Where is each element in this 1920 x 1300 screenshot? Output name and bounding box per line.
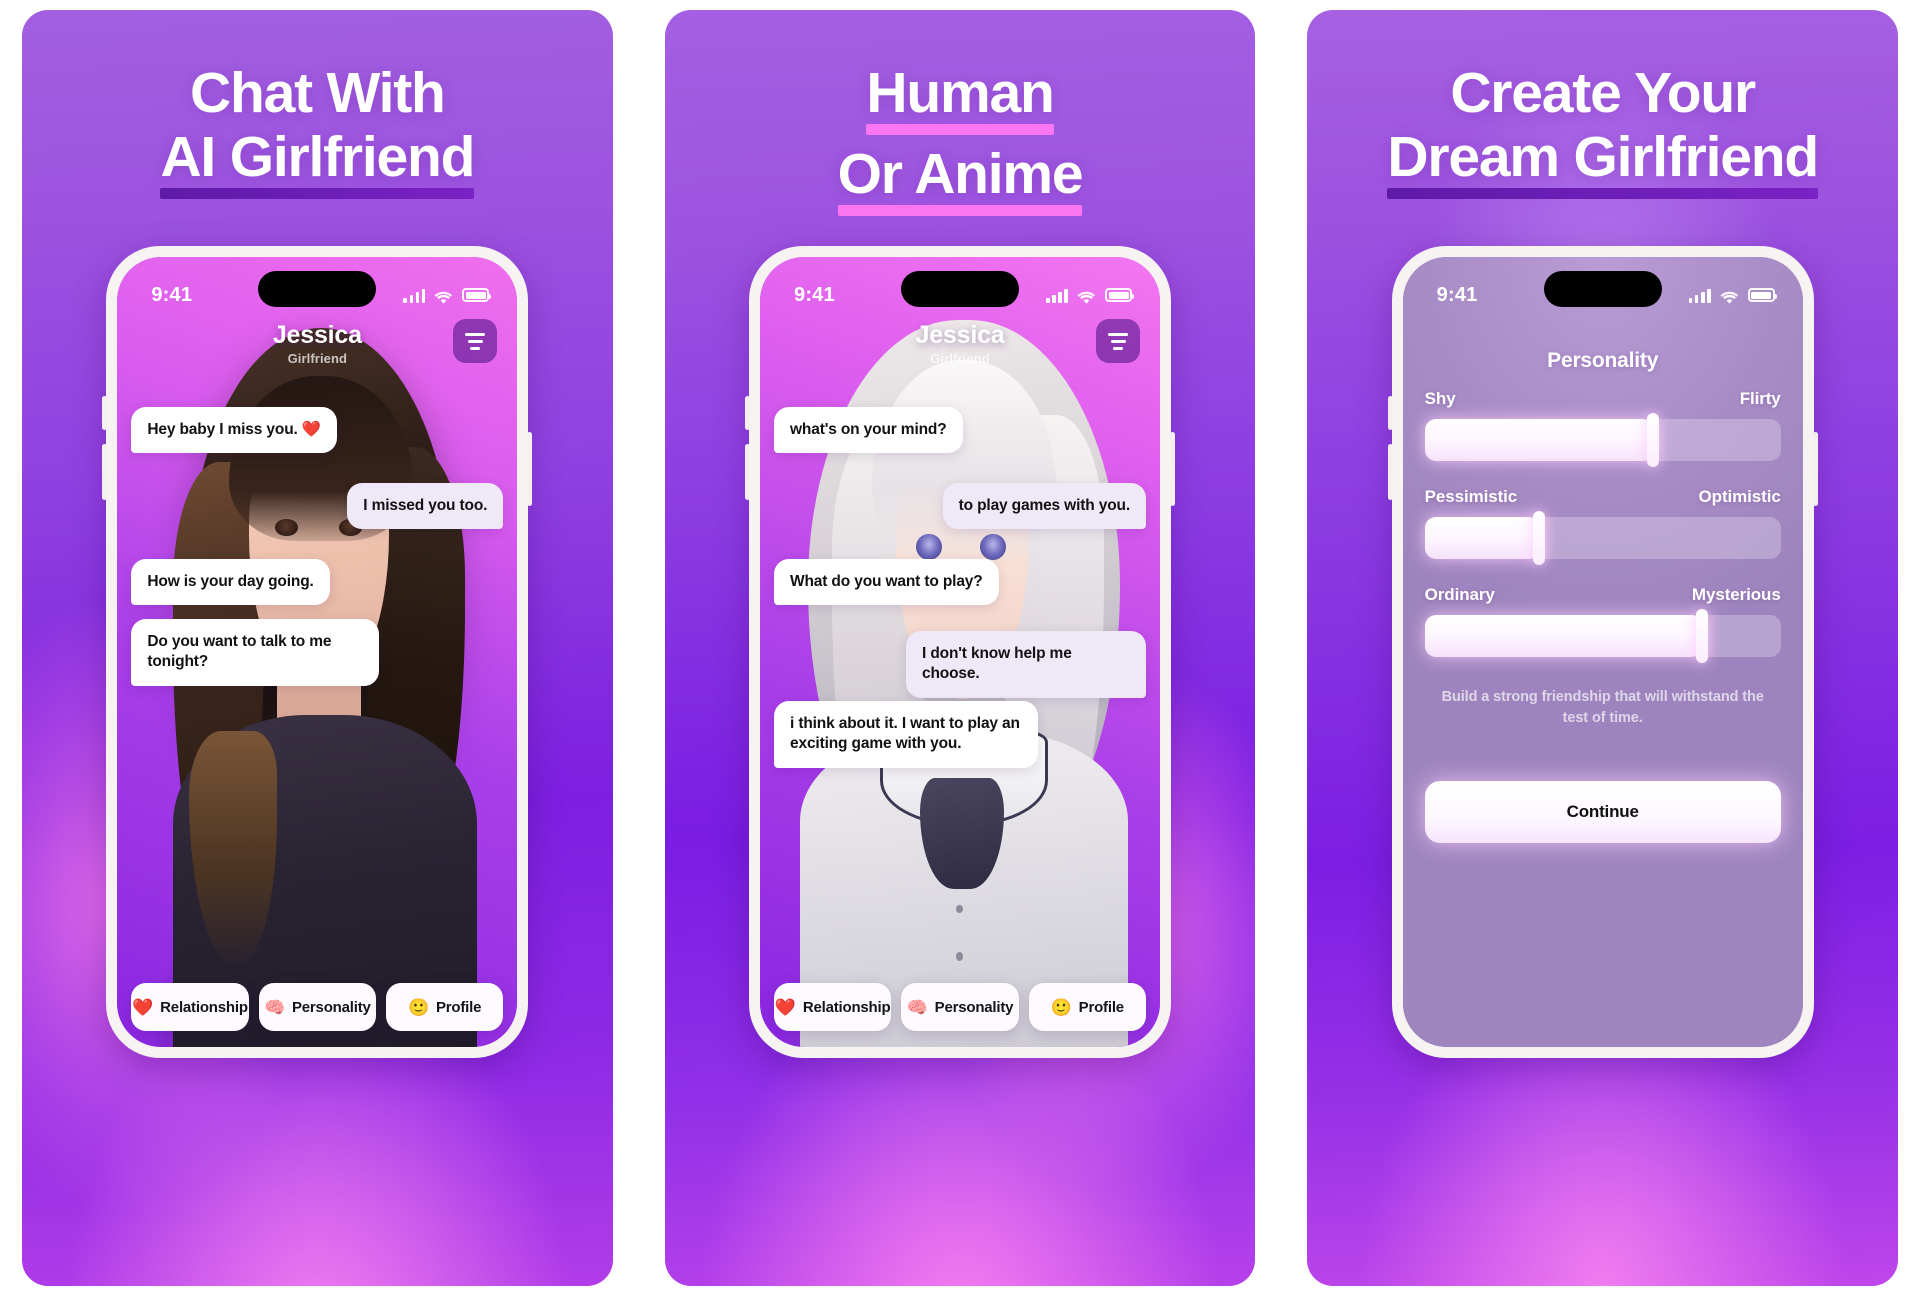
chat-bubble-incoming: What do you want to play? [774, 559, 999, 606]
phone-volume-up-button[interactable] [745, 396, 750, 430]
pill-personality[interactable]: 🧠 Personality [901, 983, 1019, 1031]
slider-track[interactable] [1424, 511, 1781, 565]
chat-message-list: what's on your mind? to play games with … [760, 257, 1160, 1047]
phone-volume-down-button[interactable] [1387, 444, 1393, 500]
personality-setup-screen: 9:41 Personality Shy Flirty Pessimistic … [1402, 257, 1803, 1047]
phone-volume-down-button[interactable] [745, 444, 750, 500]
chat-bubble-outgoing: I missed you too. [347, 483, 504, 530]
slider-fill [1424, 615, 1703, 657]
headline-line-2: AI Girlfriend [160, 125, 475, 199]
pill-relationship[interactable]: ❤️ Relationship [131, 983, 249, 1031]
helper-text: Build a strong friendship that will with… [1441, 689, 1764, 726]
slider-group-pessimistic-optimistic: Pessimistic Optimistic [1424, 487, 1781, 565]
pill-profile[interactable]: 🙂 Profile [1028, 983, 1146, 1031]
panel-human-or-anime: Human Or Anime 9:41 Jessica Girlfriend w… [664, 10, 1256, 1286]
phone-volume-down-button[interactable] [102, 444, 108, 500]
slider-track[interactable] [1424, 609, 1781, 663]
slider-left-label: Ordinary [1424, 585, 1495, 604]
pill-label: Personality [291, 998, 371, 1016]
phone-volume-up-button[interactable] [102, 396, 108, 430]
phone-power-button[interactable] [1812, 432, 1818, 506]
panel-headline: Human Or Anime [665, 10, 1256, 216]
chat-screen: 9:41 Jessica Girlfriend what's on your m… [760, 257, 1160, 1047]
smiley-icon: 🙂 [1050, 997, 1072, 1017]
slider-left-label: Shy [1424, 389, 1456, 408]
phone-frame: 9:41 Jessica Girlfriend what's on your m… [745, 246, 1175, 1058]
panel-chat-with-ai-girlfriend: Chat With AI Girlfriend 9:41 Jessica Gir… [22, 10, 613, 1286]
phone-frame: 9:41 Personality Shy Flirty Pessimistic … [1387, 246, 1818, 1058]
phone-frame: 9:41 Jessica Girlfriend Hey baby I miss … [102, 246, 533, 1058]
slider-right-label: Mysterious [1691, 585, 1781, 604]
slider-right-label: Optimistic [1698, 487, 1781, 506]
phone-power-button[interactable] [1170, 432, 1175, 506]
pill-personality[interactable]: 🧠 Personality [258, 983, 376, 1031]
slider-fill [1424, 517, 1539, 559]
chat-bubble-incoming: Hey baby I miss you. ❤️ [131, 407, 337, 454]
phone-screen: 9:41 Personality Shy Flirty Pessimistic … [1402, 257, 1803, 1047]
brain-icon: 🧠 [264, 997, 285, 1017]
chat-bubble-outgoing: to play games with you. [942, 483, 1146, 530]
pill-label: Relationship [802, 998, 891, 1016]
phone-screen: 9:41 Jessica Girlfriend what's on your m… [760, 257, 1160, 1047]
chat-message-list: Hey baby I miss you. ❤️ I missed you too… [117, 257, 517, 1047]
screen-title: Personality [1547, 349, 1659, 372]
brain-icon: 🧠 [906, 997, 928, 1017]
continue-button[interactable]: Continue [1424, 781, 1781, 843]
phone-volume-up-button[interactable] [1387, 396, 1393, 430]
chat-bubble-incoming: i think about it. I want to play an exci… [774, 701, 1038, 768]
panel-headline: Chat With AI Girlfriend [22, 10, 613, 199]
pill-label: Profile [1078, 998, 1124, 1016]
phone-power-button[interactable] [527, 432, 533, 506]
panel-create-your-dream-girlfriend: Create Your Dream Girlfriend 9:41 Person… [1307, 10, 1899, 1286]
slider-left-label: Pessimistic [1424, 487, 1518, 506]
app-store-screenshot-set: Chat With AI Girlfriend 9:41 Jessica Gir… [0, 0, 1920, 1300]
chat-bubble-incoming: How is your day going. [131, 559, 330, 606]
slider-group-shy-flirty: Shy Flirty [1424, 389, 1781, 467]
personality-slider-list: Shy Flirty Pessimistic Optimistic Ordina… [1403, 389, 1803, 683]
smiley-icon: 🙂 [408, 997, 429, 1017]
slider-thumb[interactable] [1646, 413, 1659, 467]
slider-group-ordinary-mysterious: Ordinary Mysterious [1424, 585, 1781, 663]
chat-screen: 9:41 Jessica Girlfriend Hey baby I miss … [117, 257, 518, 1047]
quick-action-row: ❤️ Relationship 🧠 Personality 🙂 Profile [117, 983, 517, 1031]
pill-label: Profile [435, 998, 482, 1016]
wifi-icon [1720, 288, 1739, 304]
pill-relationship[interactable]: ❤️ Relationship [774, 983, 892, 1031]
pill-label: Relationship [160, 998, 248, 1016]
headline-line-2: Dream Girlfriend [1387, 125, 1819, 199]
dynamic-island [1543, 271, 1662, 307]
pill-label: Personality [934, 998, 1014, 1016]
headline-line-2: Or Anime [837, 142, 1084, 216]
status-time: 9:41 [1436, 283, 1478, 306]
slider-thumb[interactable] [1532, 511, 1545, 565]
slider-right-label: Flirty [1739, 389, 1781, 408]
phone-screen: 9:41 Jessica Girlfriend Hey baby I miss … [117, 257, 518, 1047]
quick-action-row: ❤️ Relationship 🧠 Personality 🙂 Profile [760, 983, 1160, 1031]
pill-profile[interactable]: 🙂 Profile [385, 983, 504, 1031]
headline-line-1: Human [866, 61, 1055, 135]
panel-headline: Create Your Dream Girlfriend [1307, 10, 1898, 199]
chat-bubble-incoming: what's on your mind? [774, 407, 963, 454]
heart-icon: ❤️ [132, 997, 154, 1017]
chat-bubble-outgoing: I don't know help me choose. [906, 631, 1146, 698]
slider-thumb[interactable] [1696, 609, 1709, 663]
headline-line-1: Chat With [190, 61, 446, 125]
battery-icon [1747, 288, 1777, 302]
headline-line-1: Create Your [1450, 61, 1756, 125]
heart-icon: ❤️ [774, 997, 796, 1017]
chat-bubble-incoming: Do you want to talk to me tonight? [131, 619, 380, 686]
slider-track[interactable] [1424, 413, 1781, 467]
cellular-signal-icon [1688, 288, 1711, 303]
slider-fill [1424, 419, 1653, 461]
